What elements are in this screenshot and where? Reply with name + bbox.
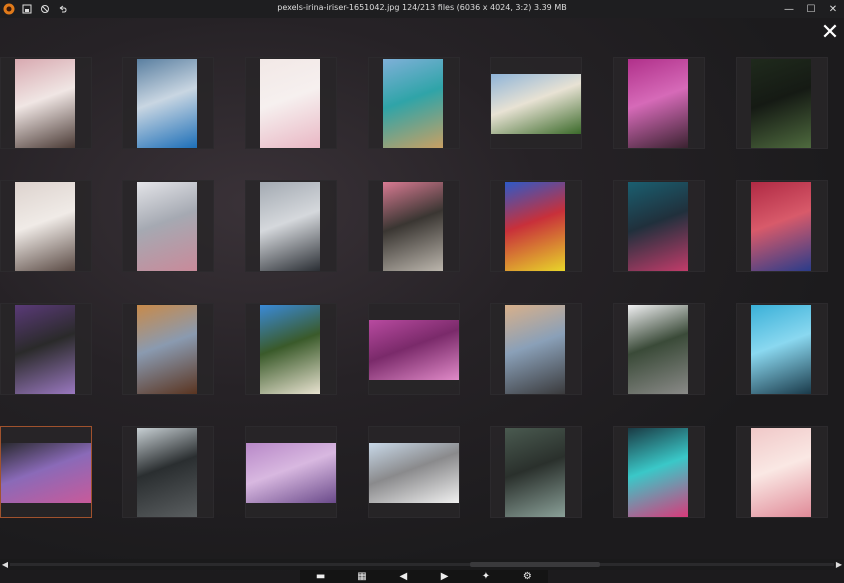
thumbnail-dark-flowers [1, 443, 91, 503]
thumbnail-blossom-table [15, 182, 75, 271]
thumbnail-succulents [505, 428, 565, 517]
scroll-right-arrow[interactable]: ▶ [834, 559, 844, 570]
thumbnail-cell[interactable] [122, 303, 214, 395]
maximize-button[interactable]: ☐ [800, 0, 822, 18]
thumbnail-cell[interactable] [490, 426, 582, 518]
thumbnail-cell[interactable] [736, 180, 828, 272]
thumbnail-neuschwanstein [628, 305, 688, 394]
thumbnail-cell[interactable] [0, 426, 92, 518]
thumbnail-pink-roses [751, 428, 811, 517]
thumbnail-pink-leaves [369, 320, 459, 380]
thumbnail-cell[interactable] [245, 57, 337, 149]
thumbnail-cell[interactable] [122, 426, 214, 518]
thumbnail-cell[interactable] [368, 180, 460, 272]
title-bar: pexels-irina-iriser-1651042.jpg 124/213 … [0, 0, 844, 18]
thumbnail-cell[interactable] [0, 303, 92, 395]
close-window-button[interactable]: ✕ [822, 0, 844, 18]
scroll-track[interactable] [10, 563, 834, 566]
rotate-icon[interactable] [36, 0, 54, 18]
thumbnail-cell[interactable] [368, 57, 460, 149]
thumbnail-rose-window [383, 182, 443, 271]
open-folder-icon[interactable]: ▬ [311, 570, 331, 583]
thumbnail-red-blue-paint [751, 182, 811, 271]
image-viewer-window: pexels-irina-iriser-1651042.jpg 124/213 … [0, 0, 844, 583]
bottom-toolbar: ▬ ▦ ◀ ▶ ✦ ⚙ [300, 570, 548, 583]
thumbnail-cell[interactable] [245, 180, 337, 272]
save-image-icon[interactable] [18, 0, 36, 18]
thumbnail-cell[interactable] [613, 180, 705, 272]
thumbnail-misty-castle [260, 182, 320, 271]
thumbnail-frozen-blue-heart [137, 59, 197, 148]
thumbnail-cell[interactable] [613, 426, 705, 518]
thumbnail-blue-spiral-building [751, 305, 811, 394]
thumbnail-cell[interactable] [490, 57, 582, 149]
thumbnail-cell[interactable] [368, 426, 460, 518]
thumbnail-escalator-pool [137, 428, 197, 517]
thumbnail-white-japanese-castle [369, 443, 459, 503]
thumbnail-pink-cafe-chef [15, 59, 75, 148]
gallery-icon[interactable]: ▦ [352, 570, 372, 583]
next-icon[interactable]: ▶ [435, 570, 455, 583]
thumbnail-castle-blue-sky [260, 305, 320, 394]
thumbnail-cell[interactable] [122, 57, 214, 149]
thumbnail-eiffel-blossom [137, 182, 197, 271]
thumbnail-cell[interactable] [245, 426, 337, 518]
thumbnail-graffiti-wall [505, 182, 565, 271]
thumbnail-cell[interactable] [245, 303, 337, 395]
undo-icon[interactable] [54, 0, 72, 18]
thumbnail-cell[interactable] [736, 57, 828, 149]
thumbnail-palace-pool [383, 59, 443, 148]
thumbnail-cell[interactable] [368, 303, 460, 395]
thumbnail-autumn-castle [137, 305, 197, 394]
thumbnail-cell[interactable] [490, 303, 582, 395]
thumbnail-purple-lilac [15, 305, 75, 394]
thumbnail-fern-leaves [751, 59, 811, 148]
thumbnail-cell[interactable] [490, 180, 582, 272]
thumbnail-pink-blossom-light [260, 59, 320, 148]
thumbnail-cell[interactable] [122, 180, 214, 272]
previous-icon[interactable]: ◀ [393, 570, 413, 583]
thumbnail-teal-pink-abstract [628, 182, 688, 271]
horizontal-scrollbar[interactable]: ◀ ▶ [0, 559, 844, 570]
thumbnail-cell[interactable] [613, 303, 705, 395]
thumbnail-castle-garden [491, 74, 581, 134]
magic-wand-icon[interactable]: ✦ [476, 570, 496, 583]
thumbnail-cell[interactable] [0, 180, 92, 272]
thumbnail-japanese-castle-reflection [505, 305, 565, 394]
thumbnail-cell[interactable] [0, 57, 92, 149]
settings-icon[interactable]: ⚙ [517, 570, 537, 583]
close-gallery-button[interactable]: ✕ [818, 20, 842, 45]
thumbnail-cell[interactable] [736, 303, 828, 395]
app-logo-icon[interactable] [0, 0, 18, 18]
scroll-thumb[interactable] [470, 562, 600, 567]
thumbnail-cell[interactable] [613, 57, 705, 149]
window-title: pexels-irina-iriser-1651042.jpg 124/213 … [277, 3, 567, 12]
thumbnail-graffiti-teal-pink [628, 428, 688, 517]
thumbnail-lilac-cluster [246, 443, 336, 503]
thumbnail-cell[interactable] [736, 426, 828, 518]
thumbnail-bougainvillea [628, 59, 688, 148]
scroll-left-arrow[interactable]: ◀ [0, 559, 10, 570]
minimize-button[interactable]: — [778, 0, 800, 18]
